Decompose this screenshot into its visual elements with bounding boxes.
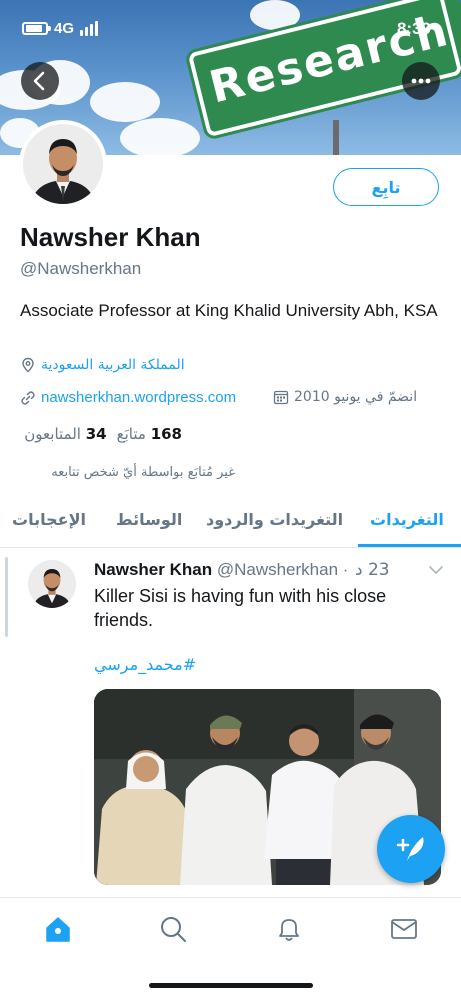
mail-icon[interactable]: [389, 914, 419, 944]
tweet-separator: ·: [342, 560, 349, 579]
profile-joined: انضمّ في يونيو 2010: [273, 389, 417, 405]
home-icon[interactable]: [43, 914, 73, 944]
profile-avatar[interactable]: [19, 120, 107, 208]
follow-button[interactable]: تابِع: [333, 168, 439, 206]
signal-icon: [80, 21, 102, 36]
tweet-avatar[interactable]: [28, 560, 76, 608]
tab-media[interactable]: الوسائط: [116, 510, 182, 529]
profile-website[interactable]: nawsherkhan.wordpress.com: [20, 389, 236, 406]
following-label: متابَع: [116, 425, 146, 443]
followers-label: المتابعون: [24, 425, 81, 443]
followers-count-link[interactable]: 34 المتابعون: [24, 425, 106, 443]
tweet-text: Killer Sisi is having fun with his close…: [94, 586, 387, 630]
network-type: 4G: [54, 20, 75, 37]
website-link[interactable]: nawsherkhan.wordpress.com: [41, 389, 236, 406]
tweet-hashtag[interactable]: #محمد_مرسي: [94, 655, 196, 674]
tweet-header: Nawsher Khan @Nawsherkhan ·: [94, 560, 348, 580]
following-count-link[interactable]: 168 متابَع: [117, 425, 182, 443]
joined-text: انضمّ في يونيو 2010: [294, 389, 418, 405]
tweet-avatar-photo: [28, 560, 76, 608]
compose-tweet-button[interactable]: [377, 815, 445, 883]
status-bar: 4G 8:39: [0, 0, 461, 56]
location-text: المملكة العربية السعودية: [41, 357, 185, 373]
profile-location: المملكة العربية السعودية: [20, 357, 185, 373]
chevron-left-icon: [33, 71, 45, 91]
profile-bio: Associate Professor at King Khalid Unive…: [20, 301, 438, 320]
status-time: 8:39: [396, 19, 431, 38]
profile-handle: @Nawsherkhan: [20, 259, 142, 278]
active-tab-indicator: [358, 544, 461, 547]
more-icon: [411, 78, 431, 84]
followers-count: 34: [85, 425, 107, 443]
battery-icon: [22, 22, 48, 35]
home-indicator: [149, 983, 313, 988]
tab-tweets-replies[interactable]: التغريدات والردود: [206, 510, 343, 529]
not-followed-notice: غير مُتابَع بواسطة أيّ شخص تتابعه: [51, 465, 235, 480]
location-pin-icon: [22, 357, 34, 373]
following-count: 168: [150, 425, 182, 443]
more-options-button[interactable]: [402, 62, 440, 100]
link-icon: [21, 390, 35, 405]
compose-feather-icon: [396, 837, 424, 861]
bell-icon[interactable]: [274, 914, 304, 944]
avatar-photo: [23, 124, 103, 204]
chevron-down-icon[interactable]: [428, 564, 444, 576]
profile-tabs: التغريدات التغريدات والردود الوسائط الإع…: [0, 500, 461, 548]
tweet-time: 23 د: [355, 560, 390, 580]
tab-tweets[interactable]: التغريدات: [370, 510, 444, 529]
tab-likes[interactable]: الإعجابات: [12, 510, 86, 529]
follow-counts: 168 متابَع 34 المتابعون: [24, 425, 182, 443]
tweet-author-handle: @Nawsherkhan: [216, 560, 339, 579]
tweet-author-name[interactable]: Nawsher Khan: [94, 560, 212, 579]
calendar-icon: [273, 390, 289, 405]
search-icon[interactable]: [158, 914, 188, 944]
back-button[interactable]: [21, 62, 59, 100]
profile-name: Nawsher Khan: [20, 222, 201, 252]
thread-line: [5, 557, 8, 637]
